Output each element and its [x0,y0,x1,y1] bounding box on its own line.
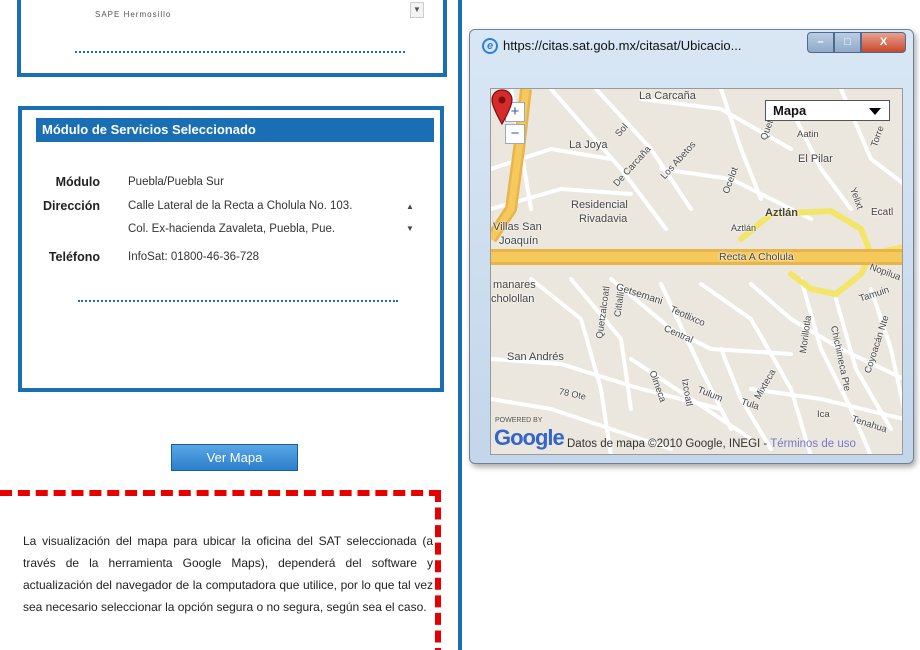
map-label-el-pilar: El Pilar [798,153,833,165]
office-list-scroll-down[interactable]: ▼ [410,2,424,18]
maximize-button[interactable]: □ [834,32,861,53]
dotted-divider [78,300,398,302]
page: SAPE Hermosillo ▼ Módulo de Servicios Se… [0,0,920,650]
map-label-la-joya: La Joya [569,139,608,151]
map-label-rivadavia: Rivadavia [579,213,628,225]
map-label-atin: Aatin [797,129,819,140]
direccion-label: Dirección [43,199,100,213]
map-label-manares: manares [493,279,536,291]
location-pin-icon[interactable] [491,89,513,125]
map-popup-window: e https://citas.sat.gob.mx/citasat/Ubica… [469,29,914,464]
column-divider [458,0,462,650]
terms-of-use-link[interactable]: Términos de uso [770,438,856,450]
map-label-recta-a-cholula: Recta A Cholula [719,251,794,263]
minimize-button[interactable]: – [807,32,834,53]
close-button[interactable]: X [861,32,906,53]
ver-mapa-button[interactable]: Ver Mapa [171,444,298,471]
dotted-divider [75,51,405,53]
popup-url: https://citas.sat.gob.mx/citasat/Ubicaci… [503,38,742,53]
powered-by-label: POWERED BY [495,417,543,424]
map-label-residencial: Residencial [571,199,628,211]
module-panel: Módulo de Servicios Seleccionado Módulo … [18,106,444,392]
telefono-value: InfoSat: 01800-46-36-728 [128,251,260,263]
direccion-line-1: Calle Lateral de la Recta a Cholula No. … [128,200,353,212]
modulo-label: Módulo [55,175,100,189]
google-map[interactable]: La Carcaña La Joya El Pilar Residencial … [490,88,903,455]
google-logo: Google [494,425,565,450]
office-list-row[interactable]: SAPE Hermosillo [95,10,171,19]
map-type-value: Mapa [773,103,807,118]
map-label-aztlan: Aztlán [765,207,798,219]
map-notice-text: La visualización del mapa para ubicar la… [23,534,433,614]
dropdown-arrow-icon [869,108,881,115]
direccion-line-2: Col. Ex-hacienda Zavaleta, Puebla, Pue. [128,223,336,235]
map-type-select[interactable]: Mapa [765,100,890,121]
telefono-label: Teléfono [48,250,100,264]
office-list-panel: SAPE Hermosillo ▼ [17,0,447,77]
modulo-value: Puebla/Puebla Sur [128,176,224,188]
zoom-out-button[interactable]: − [505,124,525,144]
map-label-aztlan-2: Aztlán [731,223,757,233]
map-label-la-carcana: La Carcaña [639,90,696,102]
window-controls: – □ X [807,32,906,53]
map-label-san-andres: San Andrés [507,351,564,363]
internet-explorer-icon: e [482,38,498,54]
map-attribution-text: Datos de mapa ©2010 Google, INEGI - [567,438,771,450]
map-notice-box: La visualización del mapa para ubicar la… [0,490,441,650]
map-label-ica: Ica [817,409,830,420]
address-scrollbar[interactable]: ▲ ▼ [402,196,418,240]
popup-titlebar[interactable]: e https://citas.sat.gob.mx/citasat/Ubica… [470,30,913,62]
map-label-joaquin: Joaquín [499,235,539,247]
scroll-up-icon[interactable]: ▲ [402,196,418,218]
map-attribution: Datos de mapa ©2010 Google, INEGI - Térm… [567,438,856,450]
map-roads [491,89,902,454]
map-label-chollan: cholollan [491,293,535,305]
map-label-villas-san: Villas San [493,221,542,233]
module-panel-title: Módulo de Servicios Seleccionado [36,118,434,142]
map-label-ecatl: Ecatl [871,207,894,218]
scroll-down-icon[interactable]: ▼ [402,218,418,240]
